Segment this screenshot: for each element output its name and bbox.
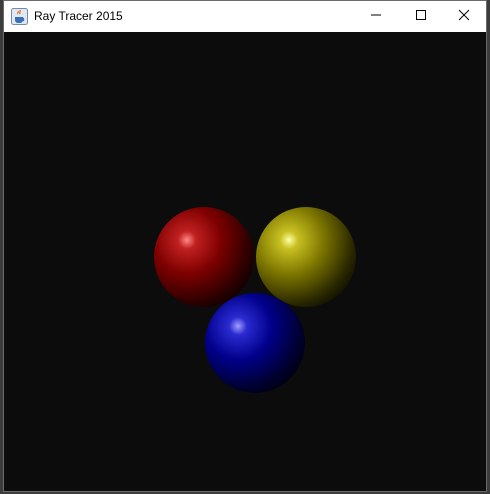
window-title: Ray Tracer 2015	[34, 9, 123, 23]
maximize-button[interactable]	[398, 1, 443, 32]
render-canvas	[4, 32, 486, 491]
java-cup-icon[interactable]	[11, 8, 28, 25]
title-bar[interactable]: Ray Tracer 2015	[4, 1, 486, 32]
close-icon	[458, 8, 470, 26]
app-window: Ray Tracer 2015	[3, 0, 487, 492]
yellow-sphere	[256, 207, 356, 307]
red-sphere	[154, 207, 254, 307]
minimize-icon	[370, 8, 382, 26]
close-button[interactable]	[441, 1, 486, 32]
minimize-button[interactable]	[353, 1, 398, 32]
maximize-icon	[415, 8, 427, 26]
blue-sphere	[205, 293, 305, 393]
